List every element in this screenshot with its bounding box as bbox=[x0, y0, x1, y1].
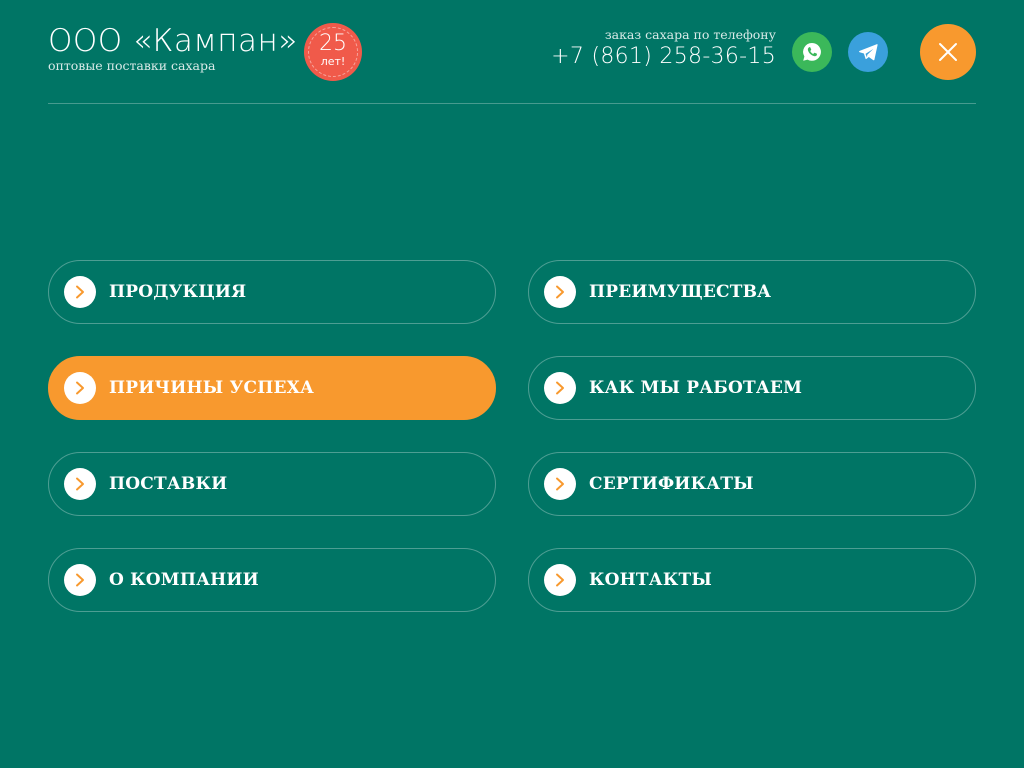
whatsapp-icon bbox=[803, 43, 821, 61]
chevron-right-icon bbox=[64, 276, 96, 308]
chevron-right-icon bbox=[64, 468, 96, 500]
menu-item-label: КАК МЫ РАБОТАЕМ bbox=[589, 378, 803, 398]
menu-item-certificates[interactable]: СЕРТИФИКАТЫ bbox=[528, 452, 976, 516]
chevron-right-icon bbox=[544, 372, 576, 404]
badge-number: 25 bbox=[319, 31, 347, 56]
whatsapp-button[interactable] bbox=[792, 32, 832, 72]
menu-item-about[interactable]: О КОМПАНИИ bbox=[48, 548, 496, 612]
telegram-icon bbox=[859, 44, 878, 61]
chevron-right-icon bbox=[64, 372, 96, 404]
anniversary-badge: 25 лет! bbox=[306, 25, 360, 79]
menu-item-label: ПРИЧИНЫ УСПЕХА bbox=[109, 378, 315, 398]
menu-item-label: КОНТАКТЫ bbox=[589, 570, 712, 590]
menu-item-label: ПРОДУКЦИЯ bbox=[109, 282, 247, 302]
menu-item-deliveries[interactable]: ПОСТАВКИ bbox=[48, 452, 496, 516]
logo[interactable]: ООО «Кампан» оптовые поставки сахара bbox=[48, 24, 298, 73]
chevron-right-icon bbox=[544, 468, 576, 500]
menu-item-label: ПРЕИМУЩЕСТВА bbox=[589, 282, 772, 302]
chevron-right-icon bbox=[64, 564, 96, 596]
company-tagline: оптовые поставки сахара bbox=[48, 58, 216, 73]
telegram-button[interactable] bbox=[848, 32, 888, 72]
menu-item-label: СЕРТИФИКАТЫ bbox=[589, 474, 754, 494]
chevron-right-icon bbox=[544, 564, 576, 596]
menu-item-advantages[interactable]: ПРЕИМУЩЕСТВА bbox=[528, 260, 976, 324]
chevron-right-icon bbox=[544, 276, 576, 308]
menu-item-products[interactable]: ПРОДУКЦИЯ bbox=[48, 260, 496, 324]
phone-contact: заказ сахара по телефону +7 (861) 258-36… bbox=[551, 27, 776, 69]
menu-item-label: О КОМПАНИИ bbox=[109, 570, 259, 590]
phone-label: заказ сахара по телефону bbox=[604, 27, 776, 42]
menu-item-success-reasons[interactable]: ПРИЧИНЫ УСПЕХА bbox=[48, 356, 496, 420]
phone-link[interactable]: +7 (861) 258-36-15 bbox=[551, 44, 776, 69]
site-header: ООО «Кампан» оптовые поставки сахара 25 … bbox=[48, 0, 976, 104]
menu-item-how-we-work[interactable]: КАК МЫ РАБОТАЕМ bbox=[528, 356, 976, 420]
menu-item-label: ПОСТАВКИ bbox=[109, 474, 228, 494]
close-menu-button[interactable] bbox=[920, 24, 976, 80]
badge-unit: лет! bbox=[320, 55, 346, 68]
company-name: ООО «Кампан» bbox=[48, 23, 298, 59]
menu-item-contacts[interactable]: КОНТАКТЫ bbox=[528, 548, 976, 612]
close-icon bbox=[939, 43, 957, 61]
